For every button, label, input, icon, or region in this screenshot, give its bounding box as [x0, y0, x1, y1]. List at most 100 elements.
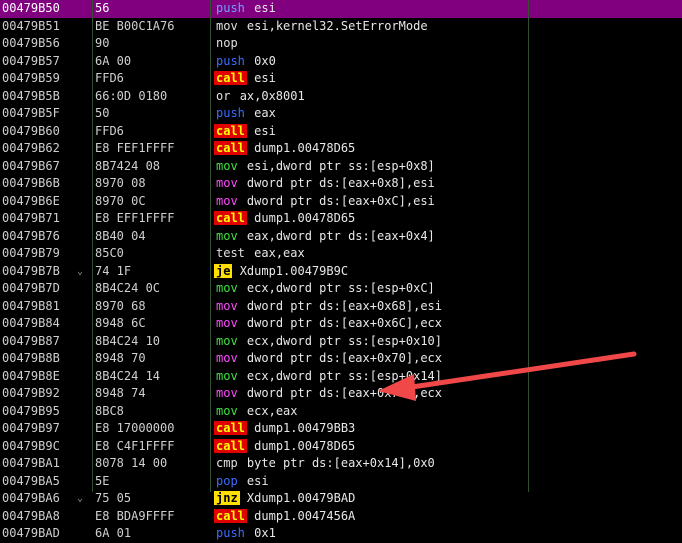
jump-marker-icon [77, 403, 91, 421]
address-cell: 00479B87 [2, 333, 60, 348]
table-row[interactable]: 00479B95 8BC8 mov ecx,eax [0, 403, 682, 421]
mnemonic: push [216, 526, 245, 540]
address-cell: 00479B6E [2, 193, 60, 208]
hex-bytes-cell: E8 BDA9FFFF [95, 508, 175, 523]
jump-marker-icon [77, 0, 91, 18]
table-row[interactable]: 00479B97 E8 17000000 call dump1.00479BB3 [0, 420, 682, 438]
table-row[interactable]: 00479B59 FFD6 call esi [0, 70, 682, 88]
hex-bytes-cell: 8970 68 [95, 298, 146, 313]
table-row[interactable]: 00479BA1 8078 14 00 cmp byte ptr ds:[eax+0… [0, 455, 682, 473]
table-row[interactable]: 00479B81 8970 68 mov dword ptr ds:[eax+0x6… [0, 298, 682, 316]
table-row[interactable]: 00479B87 8B4C24 10 mov ecx,dword ptr ss:[e… [0, 333, 682, 351]
table-row[interactable]: 00479B76 8B40 04 mov eax,dword ptr ds:[eax… [0, 228, 682, 246]
jump-marker-icon [77, 70, 91, 88]
mnemonic: je [214, 263, 233, 278]
table-row[interactable]: 00479B84 8948 6C mov dword ptr ds:[eax+0x6… [0, 315, 682, 333]
disassembly-cell: mov dword ptr ds:[eax+0x68],esi [214, 298, 524, 316]
address-cell: 00479BA6 [2, 491, 60, 505]
jump-marker-icon [77, 245, 91, 263]
jump-marker-icon [77, 385, 91, 403]
disassembly-cell: mov dword ptr ds:[eax+0x74],ecx [214, 385, 524, 403]
mnemonic: call [214, 71, 247, 85]
operands: dump1.00478D65 [254, 438, 356, 453]
address-cell: 00479B79 [2, 246, 60, 260]
operands: Xdump1.00479B9C [239, 263, 349, 278]
address-cell: 00479B56 [2, 36, 60, 50]
table-row[interactable]: 00479B5F 50 push eax [0, 105, 682, 123]
table-row[interactable]: 00479B62 E8 FEF1FFFF call dump1.00478D65 [0, 140, 682, 158]
disassembly-cell: mov ecx,dword ptr ss:[esp+0x14] [214, 368, 524, 386]
jump-marker-icon [77, 193, 91, 211]
table-row[interactable]: 00479B67 8B7424 08 mov esi,dword ptr ss:[e… [0, 158, 682, 176]
table-row[interactable]: 00479B92 8948 74 mov dword ptr ds:[eax+0x7… [0, 385, 682, 403]
table-row[interactable]: 00479B60 FFD6 call esi [0, 123, 682, 141]
disassembly-cell: pop esi [214, 473, 524, 491]
jump-marker-icon [77, 368, 91, 386]
operands: dword ptr ds:[eax+0x68],esi [246, 298, 442, 313]
address-cell: 00479B97 [2, 421, 60, 435]
table-row[interactable]: 00479B71 E8 EFF1FFFF call dump1.00478D65 [0, 210, 682, 228]
jump-marker-icon [77, 210, 91, 228]
jump-marker-icon [77, 525, 91, 543]
column-divider [210, 0, 211, 492]
table-row[interactable]: 00479B9C E8 C4F1FFFF call dump1.00478D65 [0, 438, 682, 456]
operands: ecx,eax [246, 403, 298, 418]
table-row[interactable]: 00479B8E 8B4C24 14 mov ecx,dword ptr ss:[e… [0, 368, 682, 386]
mnemonic: nop [216, 36, 238, 50]
operands: esi,kernel32.SetErrorMode [246, 18, 428, 33]
address-cell: 00479BA1 [2, 456, 60, 470]
hex-bytes-cell: BE B00C1A76 [95, 18, 175, 33]
disassembly-cell: mov esi,dword ptr ss:[esp+0x8] [214, 158, 524, 176]
table-row[interactable]: 00479B7D 8B4C24 0C mov ecx,dword ptr ss:[e… [0, 280, 682, 298]
address-cell: 00479BAD [2, 526, 60, 540]
jump-marker-icon [77, 105, 91, 123]
disassembly-cell: nop [214, 35, 524, 53]
mnemonic: mov [216, 368, 238, 383]
table-row[interactable]: 00479B7B ⌄ 74 1F je Xdump1.00479B9C [0, 263, 682, 281]
table-row[interactable]: 00479BAD 6A 01 push 0x1 [0, 525, 682, 543]
operands: dword ptr ds:[eax+0x8],esi [246, 176, 435, 190]
address-cell: 00479B57 [2, 53, 60, 68]
mnemonic: call [214, 438, 247, 453]
operands: esi [254, 1, 276, 15]
mnemonic: or [216, 88, 231, 103]
table-row[interactable]: 00479B57 6A 00 push 0x0 [0, 53, 682, 71]
disassembly-cell: push esi [214, 0, 524, 18]
hex-bytes-cell: 8B40 04 [95, 228, 146, 243]
disassembly-cell: call dump1.00479BB3 [214, 420, 524, 438]
disassembly-cell: mov ecx,dword ptr ss:[esp+0x10] [214, 333, 524, 351]
operands: Xdump1.00479BAD [246, 491, 356, 505]
disassembly-cell: push eax [214, 105, 524, 123]
hex-bytes-cell: 5E [95, 473, 110, 488]
address-cell: 00479B84 [2, 316, 60, 330]
table-row[interactable]: 00479BA6 ⌄ 75 05 jnz Xdump1.00479BAD [0, 490, 682, 508]
disassembly-cell: jnz Xdump1.00479BAD [214, 490, 524, 508]
jump-marker-icon [77, 88, 91, 106]
disassembly-cell: call esi [214, 123, 524, 141]
table-row[interactable]: 00479B79 85C0 test eax,eax [0, 245, 682, 263]
mnemonic: cmp [216, 456, 238, 470]
table-row[interactable]: 00479B6E 8970 0C mov dword ptr ds:[eax+0xC… [0, 193, 682, 211]
table-row[interactable]: 00479B51 BE B00C1A76 mov esi,kernel32.SetE… [0, 18, 682, 36]
mnemonic: mov [216, 193, 238, 208]
jump-marker-icon [77, 158, 91, 176]
address-cell: 00479B81 [2, 298, 60, 313]
operands: dump1.00478D65 [254, 141, 356, 155]
table-row[interactable]: 00479BA5 5E pop esi [0, 473, 682, 491]
table-row[interactable]: 00479B50 56 push esi [0, 0, 682, 18]
hex-bytes-cell: 8B4C24 0C [95, 281, 161, 295]
hex-bytes-cell: 50 [95, 106, 110, 120]
column-divider [92, 0, 93, 492]
table-row[interactable]: 00479B56 90 nop [0, 35, 682, 53]
operands: 0x1 [254, 526, 276, 540]
mnemonic: test [216, 246, 245, 260]
table-row[interactable]: 00479B6B 8970 08 mov dword ptr ds:[eax+0x8… [0, 175, 682, 193]
mnemonic: mov [216, 351, 238, 365]
operands: esi [246, 473, 269, 488]
hex-bytes-cell: 8948 6C [95, 316, 146, 330]
disassembly-listing[interactable]: 00479B50 56 push esi 00479B51 BE B00C1A76 mov… [0, 0, 682, 543]
table-row[interactable]: 00479B5B 66:0D 0180 or ax,0x8001 [0, 88, 682, 106]
address-cell: 00479B5B [2, 88, 60, 103]
table-row[interactable]: 00479BA8 E8 BDA9FFFF call dump1.0047456A [0, 508, 682, 526]
table-row[interactable]: 00479B8B 8948 70 mov dword ptr ds:[eax+0x7… [0, 350, 682, 368]
